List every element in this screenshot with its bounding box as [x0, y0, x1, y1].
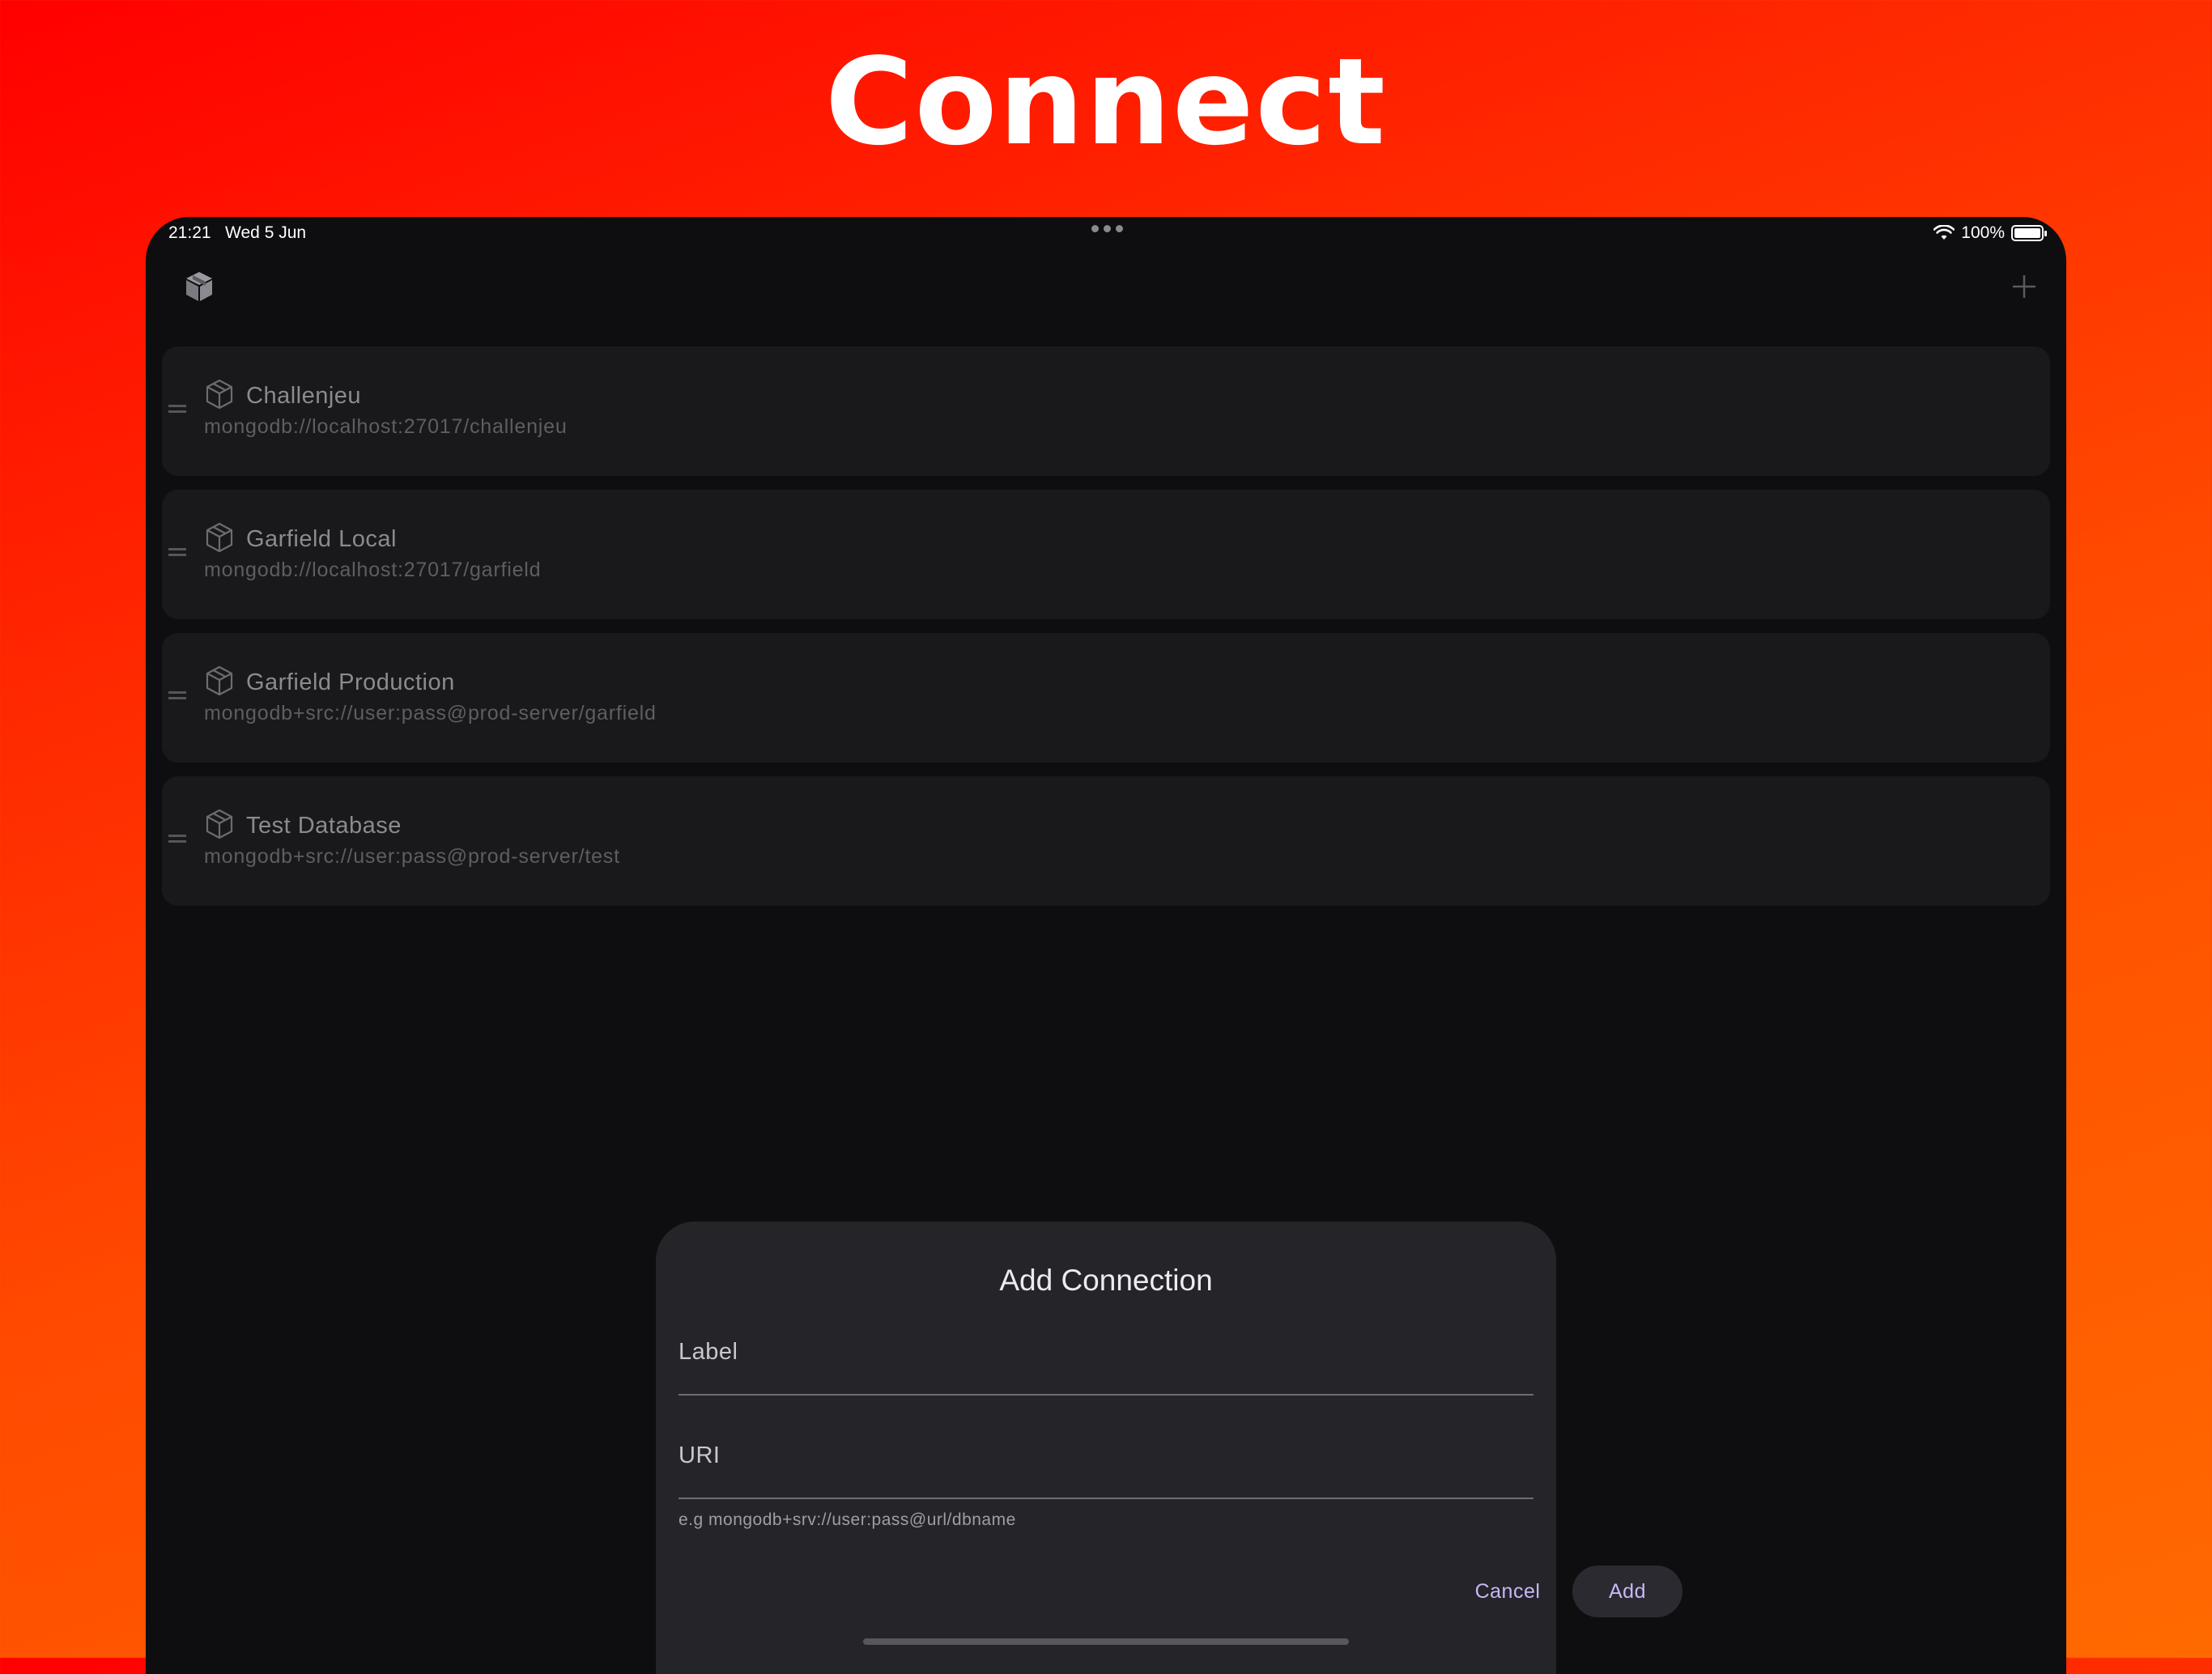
label-field[interactable]: Label: [678, 1339, 1534, 1396]
package-icon: [206, 522, 233, 553]
uri-hint: e.g mongodb+srv://user:pass@url/dbname: [678, 1510, 1016, 1529]
cube-icon[interactable]: [181, 269, 217, 304]
status-right: 100%: [1933, 223, 2047, 243]
battery-level-fill: [2014, 228, 2040, 238]
label-field-placeholder: Label: [678, 1339, 738, 1365]
drag-handle-icon[interactable]: [168, 835, 186, 844]
connection-list: Challenjeu mongodb://localhost:27017/cha…: [162, 346, 2050, 920]
package-icon: [206, 379, 233, 410]
connection-row[interactable]: Garfield Local mongodb://localhost:27017…: [162, 490, 2050, 619]
uri-field-placeholder: URI: [678, 1442, 721, 1468]
connection-label: Challenjeu: [246, 383, 362, 409]
connection-uri: mongodb://localhost:27017/garfield: [204, 559, 542, 581]
connection-label: Garfield Local: [246, 526, 397, 552]
package-icon: [206, 809, 233, 839]
drag-handle-icon[interactable]: [168, 405, 186, 414]
ipad-screen: 21:21 Wed 5 Jun 100% Challenjeu mongodb:…: [146, 217, 2066, 1674]
sheet-title: Add Connection: [999, 1264, 1213, 1297]
cancel-button[interactable]: Cancel: [1459, 1566, 1556, 1617]
headline: Connect: [825, 32, 1387, 172]
connection-uri: mongodb://localhost:27017/challenjeu: [204, 415, 568, 438]
multitasking-dots-icon[interactable]: [1091, 225, 1123, 232]
connection-row[interactable]: Garfield Production mongodb+src://user:p…: [162, 633, 2050, 763]
package-icon: [206, 665, 233, 696]
battery-percent: 100%: [1961, 223, 2005, 242]
home-indicator[interactable]: [863, 1638, 1349, 1645]
drag-handle-icon[interactable]: [168, 548, 186, 558]
add-connection-sheet: Add Connection Label URI e.g mongodb+srv…: [656, 1222, 1682, 1674]
connection-label: Test Database: [246, 813, 402, 839]
connection-uri: mongodb+src://user:pass@prod-server/garf…: [204, 702, 657, 724]
wifi-icon: [1933, 225, 1955, 240]
connection-row[interactable]: Test Database mongodb+src://user:pass@pr…: [162, 776, 2050, 906]
drag-handle-icon[interactable]: [168, 691, 186, 701]
connection-label: Garfield Production: [246, 669, 455, 695]
status-time-date: 21:21 Wed 5 Jun: [168, 223, 307, 242]
connection-uri: mongodb+src://user:pass@prod-server/test: [204, 845, 620, 868]
add-connection-button[interactable]: [2005, 267, 2044, 306]
status-bar: 21:21 Wed 5 Jun 100%: [146, 217, 2066, 253]
add-button[interactable]: Add: [1572, 1566, 1682, 1617]
connection-row[interactable]: Challenjeu mongodb://localhost:27017/cha…: [162, 346, 2050, 476]
battery-icon: [2011, 225, 2047, 241]
uri-field[interactable]: URI: [678, 1442, 1534, 1499]
plus-icon: [2013, 275, 2035, 298]
